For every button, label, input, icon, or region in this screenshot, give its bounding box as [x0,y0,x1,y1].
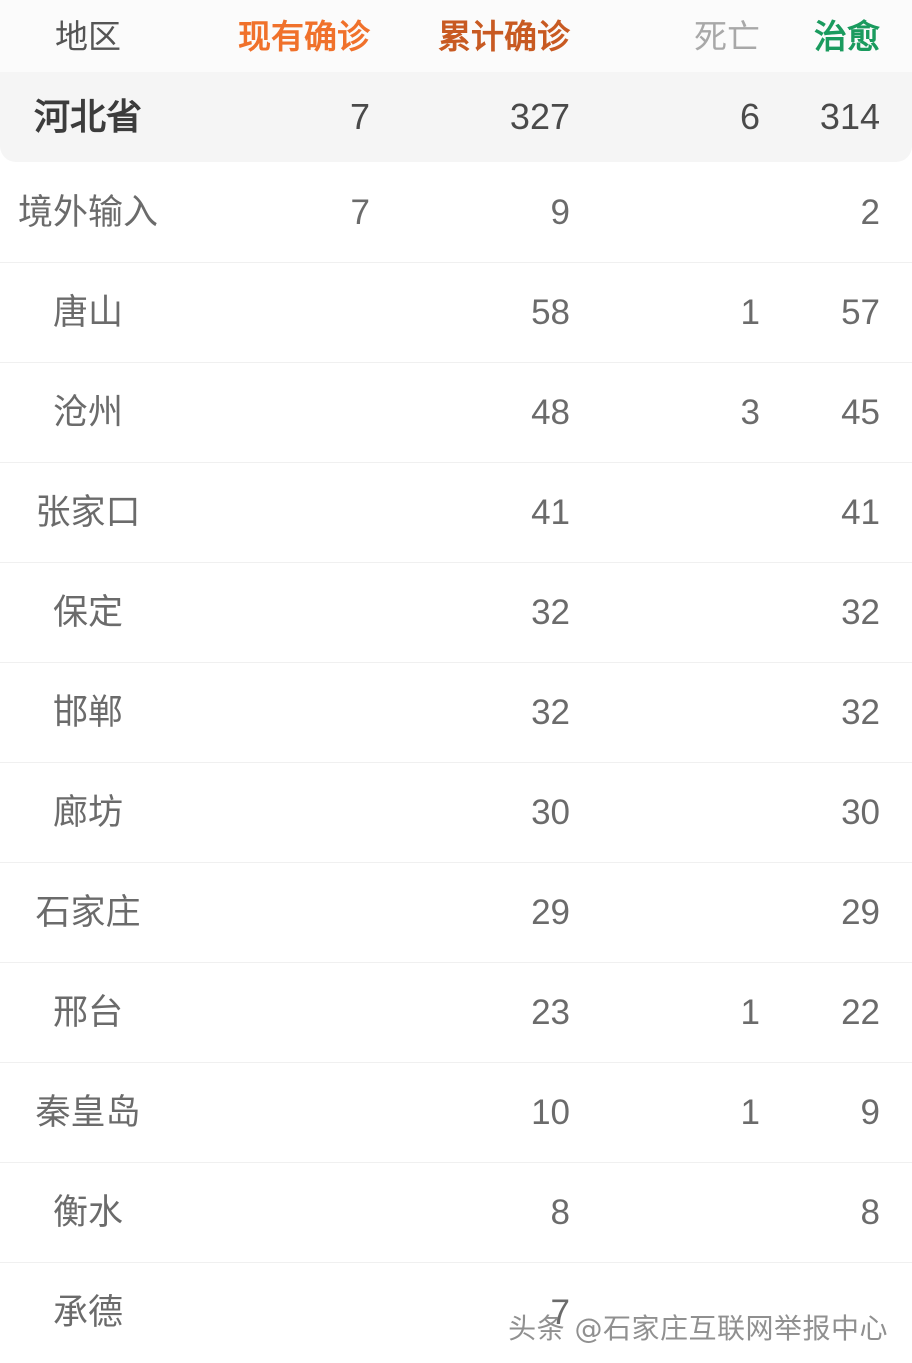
column-header-total-confirmed[interactable]: 累计确诊 [376,20,576,53]
summary-region-name: 河北省 [33,96,142,137]
cell-total-confirmed: 10 [531,1093,570,1132]
summary-recovered: 314 [819,96,880,137]
cell-total-confirmed: 41 [531,493,570,532]
cell-region: 承德 [52,1293,123,1332]
cell-recovered: 8 [860,1193,880,1232]
cell-region: 石家庄 [35,893,141,932]
table-row[interactable]: 境外输入 7 9 2 [0,162,912,262]
cell-recovered: 41 [841,493,880,532]
cell-region: 衡水 [52,1193,123,1232]
cell-recovered: 9 [860,1093,880,1132]
cell-total-confirmed: 32 [531,693,570,732]
cell-total-confirmed: 9 [550,192,570,232]
cell-recovered: 32 [841,593,880,632]
cell-region: 保定 [52,593,123,632]
table-row[interactable]: 承德 7 [0,1262,912,1362]
table-body: 境外输入 7 9 2 唐山 58 1 57 沧州 48 3 45 张家口 41 41 保定 32 32 邯郸 32 32… [0,162,912,1362]
table-row[interactable]: 邢台 23 1 22 [0,962,912,1062]
cell-total-confirmed: 29 [531,893,570,932]
cell-total-confirmed: 48 [531,393,570,432]
covid-stats-table: 地区 现有确诊 累计确诊 死亡 治愈 河北省 7 327 6 314 境外输入 7… [0,0,912,1363]
table-row[interactable]: 张家口 41 41 [0,462,912,562]
cell-region: 邢台 [52,993,123,1032]
table-row[interactable]: 廊坊 30 30 [0,762,912,862]
table-row[interactable]: 唐山 58 1 57 [0,262,912,362]
cell-total-confirmed: 7 [550,1293,570,1332]
cell-deaths: 1 [740,993,760,1032]
cell-recovered: 57 [841,293,880,332]
cell-region: 秦皇岛 [35,1093,141,1132]
column-header-region[interactable]: 地区 [0,20,176,53]
table-row[interactable]: 秦皇岛 10 1 9 [0,1062,912,1162]
table-row[interactable]: 沧州 48 3 45 [0,362,912,462]
summary-total-confirmed: 327 [509,96,570,137]
summary-current-confirmed: 7 [349,96,370,137]
summary-row-province[interactable]: 河北省 7 327 6 314 [0,72,912,162]
cell-region: 沧州 [52,393,123,432]
cell-current-confirmed: 7 [350,192,370,232]
cell-recovered: 22 [841,993,880,1032]
cell-region: 唐山 [52,293,123,332]
cell-deaths: 3 [740,393,760,432]
table-row[interactable]: 邯郸 32 32 [0,662,912,762]
cell-region: 张家口 [35,493,141,532]
column-header-current-confirmed[interactable]: 现有确诊 [176,20,376,53]
table-row[interactable]: 石家庄 29 29 [0,862,912,962]
cell-total-confirmed: 8 [550,1193,570,1232]
cell-total-confirmed: 30 [531,793,570,832]
cell-total-confirmed: 58 [531,293,570,332]
cell-deaths: 1 [740,1093,760,1132]
cell-region: 境外输入 [17,192,158,232]
table-row[interactable]: 衡水 8 8 [0,1162,912,1262]
table-header-row: 地区 现有确诊 累计确诊 死亡 治愈 [0,0,912,72]
cell-total-confirmed: 23 [531,993,570,1032]
column-header-recovered[interactable]: 治愈 [766,20,912,53]
cell-recovered: 29 [841,893,880,932]
cell-recovered: 30 [841,793,880,832]
table-row[interactable]: 保定 32 32 [0,562,912,662]
summary-deaths: 6 [739,96,760,137]
column-header-deaths[interactable]: 死亡 [576,20,766,53]
cell-region: 廊坊 [52,793,123,832]
cell-recovered: 45 [841,393,880,432]
cell-recovered: 2 [860,192,880,232]
cell-region: 邯郸 [52,693,123,732]
cell-deaths: 1 [740,293,760,332]
cell-total-confirmed: 32 [531,593,570,632]
cell-recovered: 32 [841,693,880,732]
